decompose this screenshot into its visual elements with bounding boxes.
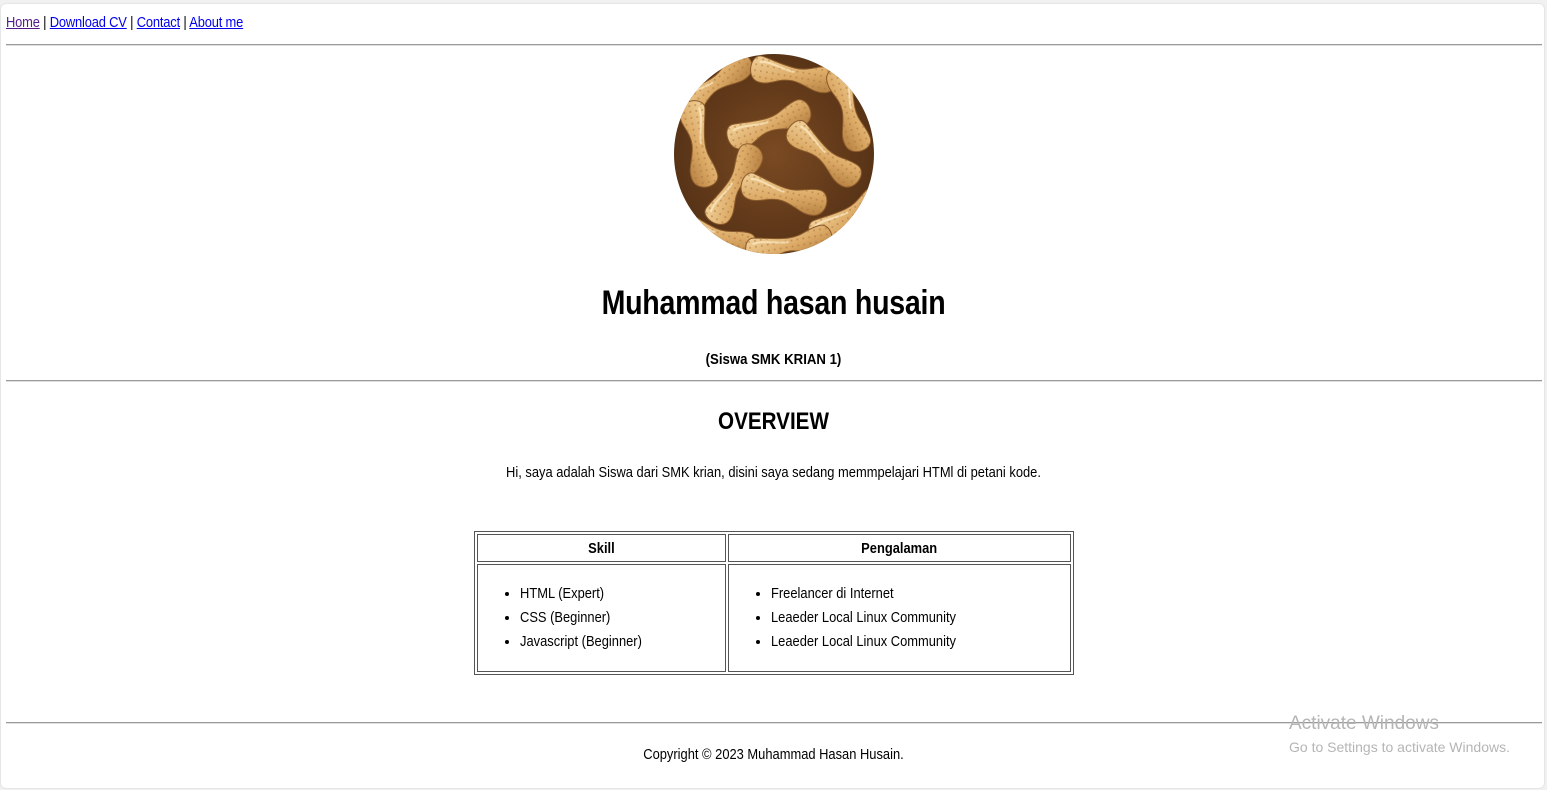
list-item: HTML (Expert) — [520, 582, 725, 606]
experience-list: Freelancer di Internet Leaeder Local Lin… — [729, 582, 1070, 654]
top-nav: Home | Download CV | Contact | About me — [6, 14, 243, 31]
table-header-skill: Skill — [477, 534, 726, 562]
profile-subtitle: (Siswa SMK KRIAN 1) — [705, 351, 842, 368]
skill-experience-table: Skill Pengalaman HTML (Expert) CSS (Begi… — [474, 531, 1074, 675]
page: Home | Download CV | Contact | About me — [0, 3, 1545, 789]
nav-link-about-me[interactable]: About me — [189, 14, 243, 31]
divider-top — [6, 44, 1542, 46]
windows-activation-watermark: Activate Windows Go to Settings to activ… — [1289, 713, 1510, 757]
nav-separator: | — [183, 14, 187, 31]
list-item: Leaeder Local Linux Community — [771, 630, 1070, 654]
list-item: Javascript (Beginner) — [520, 630, 725, 654]
list-item: CSS (Beginner) — [520, 606, 725, 630]
footer-copyright: Copyright © 2023 Muhammad Hasan Husain. — [643, 746, 904, 763]
table-header-row: Skill Pengalaman — [477, 534, 1071, 562]
profile-name: Muhammad hasan husain — [601, 284, 946, 322]
peanuts-photo-icon — [674, 54, 874, 254]
table-header-experience: Pengalaman — [728, 534, 1071, 562]
watermark-title: Activate Windows — [1289, 713, 1439, 734]
skill-list: HTML (Expert) CSS (Beginner) Javascript … — [478, 582, 725, 654]
nav-separator: | — [130, 14, 134, 31]
nav-link-home[interactable]: Home — [6, 14, 40, 31]
nav-separator: | — [43, 14, 47, 31]
list-item: Leaeder Local Linux Community — [771, 606, 1070, 630]
nav-link-download-cv[interactable]: Download CV — [50, 14, 127, 31]
experience-cell: Freelancer di Internet Leaeder Local Lin… — [728, 564, 1071, 672]
divider-middle — [6, 380, 1542, 382]
table-row: HTML (Expert) CSS (Beginner) Javascript … — [477, 564, 1071, 672]
nav-link-contact[interactable]: Contact — [137, 14, 180, 31]
skill-cell: HTML (Expert) CSS (Beginner) Javascript … — [477, 564, 726, 672]
profile-photo — [674, 54, 874, 254]
overview-heading: OVERVIEW — [718, 408, 829, 435]
list-item: Freelancer di Internet — [771, 582, 1070, 606]
watermark-subtitle: Go to Settings to activate Windows. — [1289, 739, 1510, 755]
overview-text: Hi, saya adalah Siswa dari SMK krian, di… — [506, 464, 1041, 481]
